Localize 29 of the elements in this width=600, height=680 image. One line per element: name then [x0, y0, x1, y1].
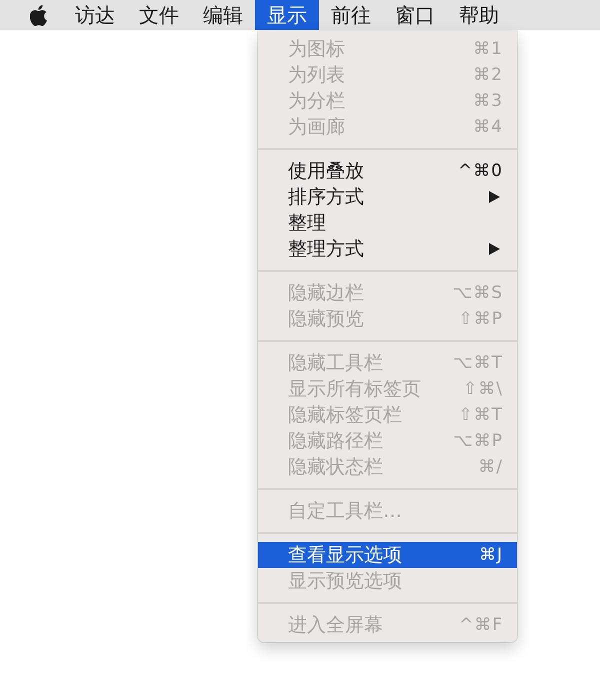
menu-item[interactable]: 整理 — [258, 210, 517, 236]
keyboard-shortcut: ⌥⌘T — [453, 352, 503, 375]
keyboard-shortcut: ⌘4 — [473, 116, 503, 139]
keyboard-shortcut: ⇧⌘T — [458, 404, 503, 427]
keyboard-shortcut: ⌘/ — [478, 456, 503, 479]
menu-bar-item[interactable]: 前往 — [319, 0, 383, 30]
keyboard-shortcut: ⌘J — [478, 544, 503, 567]
menu-bar-item[interactable]: 窗口 — [383, 0, 447, 30]
menu-bar-item[interactable]: 访达 — [63, 0, 127, 30]
apple-icon[interactable] — [30, 4, 47, 26]
menu-item[interactable]: 查看显示选项 ⌘J — [258, 542, 517, 568]
keyboard-shortcut: ⌘2 — [473, 64, 503, 87]
menu-bar-item[interactable]: 编辑 — [191, 0, 255, 30]
keyboard-shortcut: ^⌘0 — [458, 160, 503, 183]
keyboard-shortcut: ⌥⌘S — [452, 282, 503, 305]
menu-bar-item[interactable]: 帮助 — [447, 0, 511, 30]
keyboard-shortcut: ⌘3 — [473, 90, 503, 113]
menu-item[interactable]: 使用叠放 ^⌘0 — [258, 158, 517, 184]
keyboard-shortcut: ⇧⌘\ — [463, 378, 503, 401]
keyboard-shortcut: ^⌘F — [458, 614, 503, 637]
submenu-arrow-icon — [489, 191, 500, 203]
menu-item[interactable]: 整理方式 — [258, 236, 517, 262]
keyboard-shortcut: ⌥⌘P — [453, 430, 503, 453]
menu-bar-item[interactable]: 显示 — [255, 0, 319, 30]
menu-bar-item[interactable]: 文件 — [127, 0, 191, 30]
keyboard-shortcut: ⇧⌘P — [458, 308, 503, 331]
submenu-arrow-icon — [489, 243, 500, 255]
keyboard-shortcut: ⌘1 — [473, 38, 503, 61]
menu-item[interactable]: 排序方式 — [258, 184, 517, 210]
